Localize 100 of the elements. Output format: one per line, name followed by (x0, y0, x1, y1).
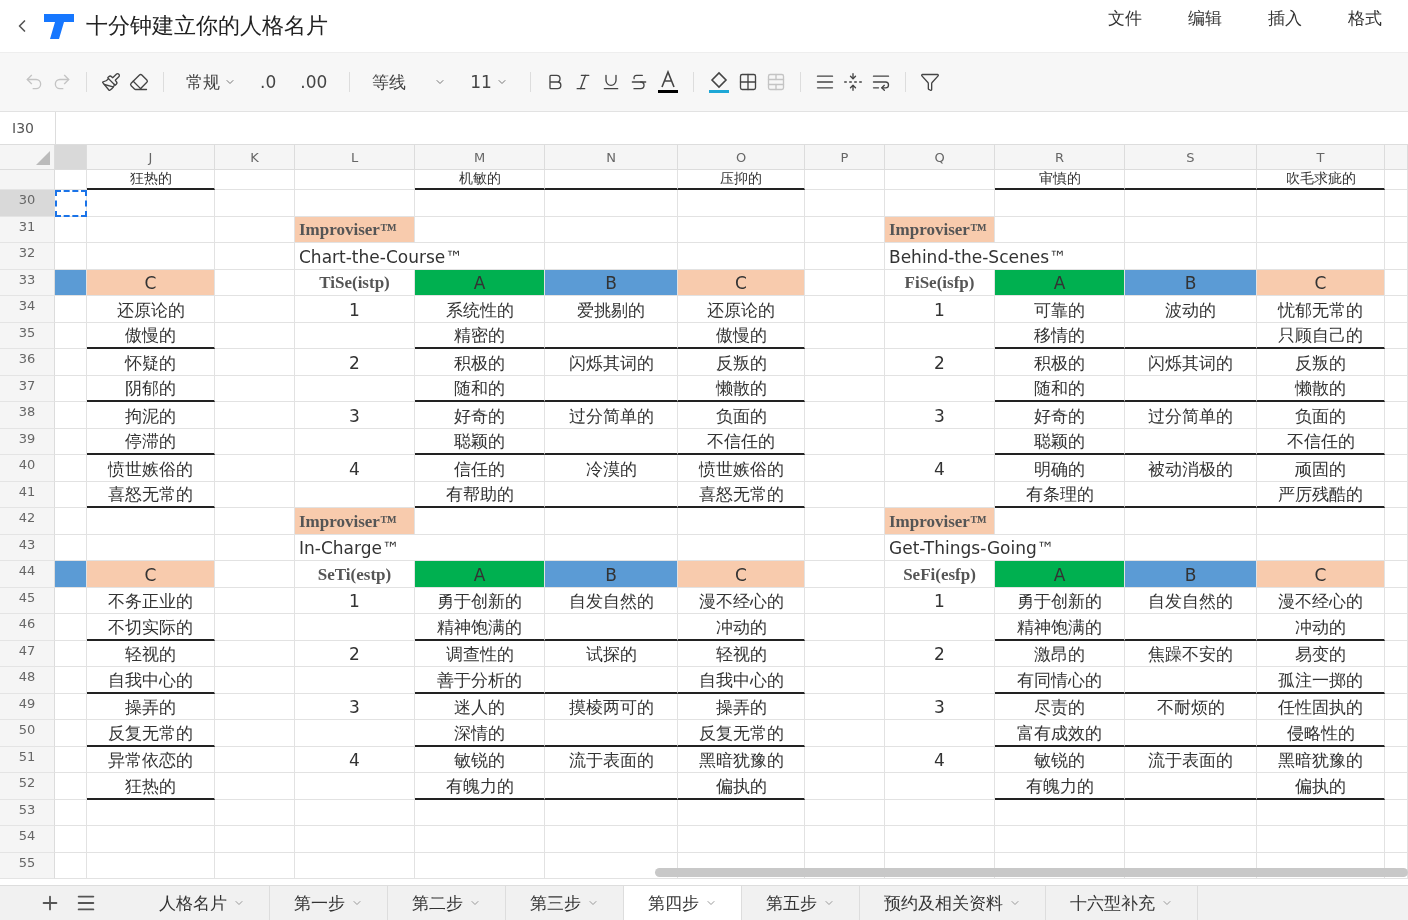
row-header[interactable]: 46 (0, 614, 55, 641)
table-cell: 偏执的 (1257, 773, 1385, 800)
increase-decimal-button[interactable]: .00 (292, 68, 336, 96)
table-cell: 停滞的 (87, 428, 215, 455)
corner-triangle-icon (36, 151, 50, 165)
column-header[interactable]: O (678, 145, 805, 170)
grid-cell (55, 481, 87, 508)
column-header[interactable]: S (1125, 145, 1257, 170)
menu-item[interactable]: 插入 (1268, 6, 1302, 30)
menu-item[interactable]: 编辑 (1188, 6, 1222, 30)
table-cell: 2 (295, 640, 415, 667)
row-header[interactable]: 34 (0, 296, 55, 323)
row-header[interactable]: 42 (0, 508, 55, 535)
grid-cell (1385, 826, 1408, 853)
table-cell: 聪颖的 (995, 428, 1125, 455)
column-header[interactable]: M (415, 145, 545, 170)
row-header[interactable]: 36 (0, 349, 55, 376)
sheet-tab[interactable]: 第五步 (742, 886, 860, 920)
grid-cell (55, 170, 87, 190)
column-header[interactable]: R (995, 145, 1125, 170)
sheet-tab[interactable]: 十六型补充 (1046, 886, 1198, 920)
grid-cell (1385, 455, 1408, 482)
row-header[interactable]: 48 (0, 667, 55, 694)
grid-cell (1385, 375, 1408, 402)
font-color-icon[interactable] (656, 70, 679, 94)
row-header[interactable]: 50 (0, 720, 55, 747)
table-cell: 怀疑的 (87, 349, 215, 376)
fill-color-icon[interactable] (707, 70, 730, 94)
table-cell: B (545, 269, 678, 296)
table-cell: 审慎的 (995, 170, 1125, 190)
table-cell: 严厉残酷的 (1257, 481, 1385, 508)
table-cell: 摸棱两可的 (545, 693, 678, 720)
table-cell: 自我中心的 (87, 667, 215, 694)
column-header[interactable]: T (1257, 145, 1385, 170)
grid-cell (1385, 720, 1408, 747)
table-cell: B (1125, 561, 1257, 588)
column-header[interactable]: K (215, 145, 295, 170)
table-cell: 狂热的 (87, 170, 215, 190)
row-header[interactable]: 54 (0, 826, 55, 853)
selected-cell[interactable] (55, 190, 87, 217)
grid-cell (1385, 640, 1408, 667)
row-header[interactable]: 40 (0, 455, 55, 482)
table-cell: 3 (295, 693, 415, 720)
format-painter-icon[interactable] (101, 72, 121, 92)
row-header[interactable]: 41 (0, 481, 55, 508)
row-header[interactable]: 47 (0, 640, 55, 667)
row-header[interactable]: 49 (0, 693, 55, 720)
grid-cell (1385, 799, 1408, 826)
table-cell: 3 (295, 402, 415, 429)
table-cell: 敏锐的 (995, 746, 1125, 773)
row-header[interactable]: 51 (0, 746, 55, 773)
menu-item[interactable]: 格式 (1348, 6, 1382, 30)
row-header[interactable]: 31 (0, 216, 55, 243)
filter-icon[interactable] (919, 72, 940, 92)
menu-item[interactable]: 文件 (1108, 6, 1142, 30)
table-cell: 4 (295, 455, 415, 482)
decrease-decimal-button[interactable]: .0 (252, 68, 285, 96)
column-header[interactable]: Q (885, 145, 995, 170)
grid-cell (1385, 693, 1408, 720)
row-header[interactable]: 35 (0, 322, 55, 349)
table-cell: 负面的 (678, 402, 805, 429)
row-header[interactable]: 30 (0, 190, 55, 217)
font-size-dropdown[interactable]: 11 (462, 68, 516, 96)
document-title: 十分钟建立你的人格名片 (86, 12, 328, 40)
table-cell: 好奇的 (415, 402, 545, 429)
row-header[interactable]: 39 (0, 428, 55, 455)
row-header[interactable]: 55 (0, 852, 55, 879)
column-header[interactable]: J (87, 145, 215, 170)
row-header[interactable]: 37 (0, 375, 55, 402)
row-header[interactable]: 45 (0, 587, 55, 614)
eraser-icon[interactable] (129, 72, 149, 92)
column-header[interactable]: N (545, 145, 678, 170)
sheet-tab[interactable]: 第一步 (270, 886, 388, 920)
number-format-dropdown[interactable]: 常规 (178, 66, 244, 98)
row-header[interactable]: 52 (0, 773, 55, 800)
grid-cell (55, 428, 87, 455)
column-header[interactable]: L (295, 145, 415, 170)
vertical-align-icon[interactable] (842, 72, 863, 92)
merge-cells-icon[interactable] (765, 72, 786, 92)
table-cell: 爱挑剔的 (545, 296, 678, 323)
row-header[interactable]: 44 (0, 561, 55, 588)
table-cell: Chart-the-Course™ (295, 243, 545, 270)
grid-cell (55, 852, 87, 879)
table-cell: 积极的 (995, 349, 1125, 376)
column-header[interactable]: P (805, 145, 885, 170)
sheet-tab[interactable]: 第二步 (388, 886, 506, 920)
sheet-tab[interactable]: 第四步 (624, 886, 742, 920)
cell-reference[interactable]: I30 (0, 112, 56, 144)
row-header[interactable]: 38 (0, 402, 55, 429)
sheet-tab[interactable]: 人格名片 (135, 886, 270, 920)
row-header[interactable]: 43 (0, 534, 55, 561)
row-header[interactable]: 53 (0, 799, 55, 826)
borders-icon[interactable] (737, 72, 758, 92)
row-header[interactable]: 32 (0, 243, 55, 270)
grid-cell (1385, 534, 1408, 561)
grid-cell (1385, 508, 1408, 535)
horizontal-scrollbar[interactable] (655, 868, 1408, 877)
row-header[interactable]: 33 (0, 269, 55, 296)
sheet-tab[interactable]: 预约及相关资料 (860, 886, 1046, 920)
font-dropdown[interactable]: 等线 (364, 66, 455, 98)
